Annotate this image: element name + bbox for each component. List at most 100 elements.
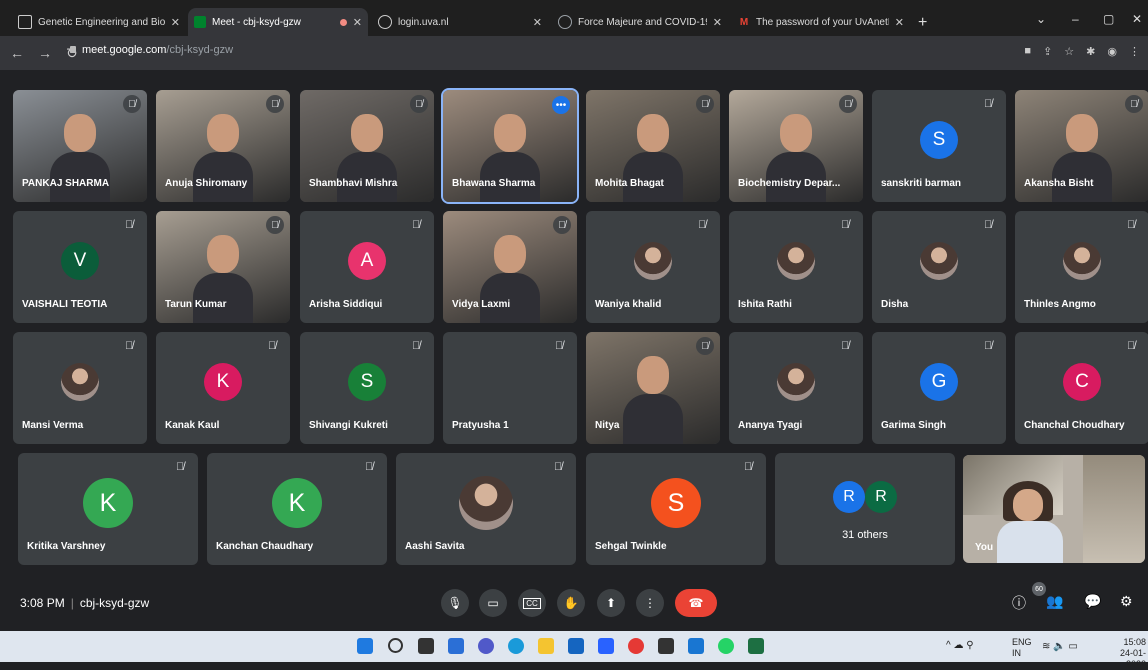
bookmark-star-icon[interactable]: ☆ <box>1064 45 1074 58</box>
participant-tile-biochemistry-depar[interactable]: 🎙̸ Biochemistry Depar... <box>729 90 863 202</box>
participant-tile-sehgal-twinkle[interactable]: S 🎙̸ Sehgal Twinkle <box>586 453 766 565</box>
participant-tile-kritika-varshney[interactable]: K 🎙̸ Kritika Varshney <box>18 453 198 565</box>
person-face <box>351 114 383 152</box>
participant-tile-thinles-angmo[interactable]: 🎙̸ Thinles Angmo <box>1015 211 1148 323</box>
excel-icon[interactable] <box>748 638 764 654</box>
captions-button[interactable]: CC <box>518 589 546 617</box>
forward-icon[interactable]: → <box>38 45 52 61</box>
participant-tile-kanak-kaul[interactable]: K 🎙̸ Kanak Kaul <box>156 332 290 444</box>
activities-icon[interactable]: ⚙ <box>1120 593 1133 610</box>
site-icon <box>558 15 572 29</box>
clock[interactable]: 15:08 24-01-2022 <box>1100 637 1146 670</box>
present-button[interactable]: ⬆ <box>597 589 625 617</box>
raise-hand-button[interactable]: ✋ <box>557 589 585 617</box>
leave-call-button[interactable]: ☎ <box>675 589 717 617</box>
edge-icon[interactable] <box>508 638 524 654</box>
language-indicator[interactable]: ENG IN <box>1012 637 1032 659</box>
teams-icon[interactable] <box>598 638 614 654</box>
tab-title: The password of your UvAnetID <box>756 16 889 28</box>
network-volume-battery-icons[interactable]: ≋ 🔈 ▭ <box>1042 641 1078 652</box>
tab-genetic-engineering[interactable]: Genetic Engineering and Biotech ✕ <box>12 8 186 36</box>
people-icon[interactable]: 👥 <box>1046 593 1063 610</box>
others-tile[interactable]: R R 31 others <box>775 453 955 565</box>
mic-off-icon: 🎙̸ <box>412 340 421 352</box>
participant-tile-vaishali-teotia[interactable]: V 🎙̸ VAISHALI TEOTIA <box>13 211 147 323</box>
camera-icon[interactable]: ■ <box>1024 45 1031 58</box>
more-options-icon[interactable]: ••• <box>552 96 570 114</box>
gmail-icon: M <box>739 16 749 28</box>
profile-photo <box>634 242 672 280</box>
close-tab-icon[interactable]: ✕ <box>895 16 904 29</box>
participant-tile-ananya-tyagi[interactable]: 🎙̸ Ananya Tyagi <box>729 332 863 444</box>
participant-tile-vidya-laxmi[interactable]: 🎙̸ Vidya Laxmi <box>443 211 577 323</box>
tab-search-icon[interactable]: ⌄ <box>1036 12 1046 26</box>
profile-photo <box>920 242 958 280</box>
person-face <box>207 235 239 273</box>
tab-login-uva[interactable]: login.uva.nl ✕ <box>372 8 548 36</box>
participant-tile-waniya-khalid[interactable]: 🎙̸ Waniya khalid <box>586 211 720 323</box>
participant-tile-disha[interactable]: 🎙̸ Disha <box>872 211 1006 323</box>
file-explorer-icon[interactable] <box>538 638 554 654</box>
minimize-icon[interactable]: – <box>1072 12 1079 26</box>
task-view-icon[interactable] <box>418 638 434 654</box>
participant-tile-shambhavi-mishra[interactable]: 🎙̸ Shambhavi Mishra <box>300 90 434 202</box>
participant-tile-akansha-bisht[interactable]: 🎙̸ Akansha Bisht <box>1015 90 1148 202</box>
whatsapp-icon[interactable] <box>718 638 734 654</box>
self-video-tile[interactable]: You <box>963 455 1145 563</box>
participant-tile-chanchal-choudhary[interactable]: C 🎙̸ Chanchal Choudhary <box>1015 332 1148 444</box>
mic-off-icon: 🎙̸ <box>125 219 134 231</box>
mic-off-icon: 🎙̸ <box>1127 219 1136 231</box>
tab-force-majeure[interactable]: Force Majeure and COVID-19: Fr ✕ <box>552 8 728 36</box>
chrome-icon[interactable] <box>628 638 644 654</box>
participant-tile-sanskriti-barman[interactable]: S 🎙̸ sanskriti barman <box>872 90 1006 202</box>
meet-icon <box>194 16 206 28</box>
participant-tile-pankaj-sharma[interactable]: 🎙̸ PANKAJ SHARMA <box>13 90 147 202</box>
participant-tile-aashi-savita[interactable]: 🎙̸ Aashi Savita <box>396 453 576 565</box>
participant-tile-bhawana-sharma[interactable]: ••• Bhawana Sharma <box>443 90 577 202</box>
microphone-button[interactable]: 🎙 <box>441 589 469 617</box>
close-tab-icon[interactable]: ✕ <box>171 16 180 29</box>
maximize-icon[interactable]: ▢ <box>1103 12 1114 26</box>
start-icon[interactable] <box>357 638 373 654</box>
app-icon[interactable] <box>658 638 674 654</box>
store-icon[interactable] <box>568 638 584 654</box>
tab-meet[interactable]: Meet - cbj-ksyd-gzw ✕ <box>188 8 368 36</box>
participant-tile-tarun-kumar[interactable]: 🎙̸ Tarun Kumar <box>156 211 290 323</box>
search-icon[interactable] <box>388 638 403 653</box>
extensions-icon[interactable]: ✱ <box>1086 45 1095 58</box>
globe-icon <box>378 15 392 29</box>
participant-tile-ishita-rathi[interactable]: 🎙̸ Ishita Rathi <box>729 211 863 323</box>
participant-tile-garima-singh[interactable]: G 🎙̸ Garima Singh <box>872 332 1006 444</box>
new-tab-icon[interactable]: + <box>918 14 927 32</box>
tab-uvanet-password[interactable]: M The password of your UvAnetID ✕ <box>732 8 910 36</box>
menu-icon[interactable]: ⋮ <box>1129 45 1140 58</box>
participant-name: sanskriti barman <box>881 178 962 189</box>
others-avatar: R <box>833 481 865 513</box>
participant-tile-mansi-verma[interactable]: 🎙̸ Mansi Verma <box>13 332 147 444</box>
mic-off-icon: 🎙̸ <box>984 340 993 352</box>
participant-tile-pratyusha-1[interactable]: 🎙̸ Pratyusha 1 <box>443 332 577 444</box>
more-options-button[interactable]: ⋮ <box>636 589 664 617</box>
close-tab-icon[interactable]: ✕ <box>353 16 362 29</box>
tray-icons[interactable]: ^ ☁ ⚲ <box>946 640 974 651</box>
participant-name: Shambhavi Mishra <box>309 178 398 189</box>
close-window-icon[interactable]: ✕ <box>1132 12 1142 26</box>
photos-icon[interactable] <box>688 638 704 654</box>
participant-tile-kanchan-chaudhary[interactable]: K 🎙̸ Kanchan Chaudhary <box>207 453 387 565</box>
profile-icon[interactable]: ◉ <box>1107 45 1117 58</box>
close-tab-icon[interactable]: ✕ <box>533 16 542 29</box>
chat-app-icon[interactable] <box>478 638 494 654</box>
participant-tile-anuja-shiromany[interactable]: 🎙̸ Anuja Shiromany <box>156 90 290 202</box>
participant-tile-arisha-siddiqui[interactable]: A 🎙̸ Arisha Siddiqui <box>300 211 434 323</box>
participant-tile-nitya[interactable]: 🎙̸ Nitya <box>586 332 720 444</box>
participant-tile-mohita-bhagat[interactable]: 🎙̸ Mohita Bhagat <box>586 90 720 202</box>
meeting-details-icon[interactable]: ⓘ <box>1012 593 1026 613</box>
close-tab-icon[interactable]: ✕ <box>713 16 722 29</box>
chat-icon[interactable]: 💬 <box>1084 593 1101 610</box>
participant-tile-shivangi-kukreti[interactable]: S 🎙̸ Shivangi Kukreti <box>300 332 434 444</box>
share-icon[interactable]: ⇪ <box>1043 45 1052 58</box>
url-field[interactable]: meet.google.com/cbj-ksyd-gzw <box>82 44 233 56</box>
camera-button[interactable]: ▭ <box>479 589 507 617</box>
widgets-icon[interactable] <box>448 638 464 654</box>
back-icon[interactable]: ← <box>10 45 24 61</box>
